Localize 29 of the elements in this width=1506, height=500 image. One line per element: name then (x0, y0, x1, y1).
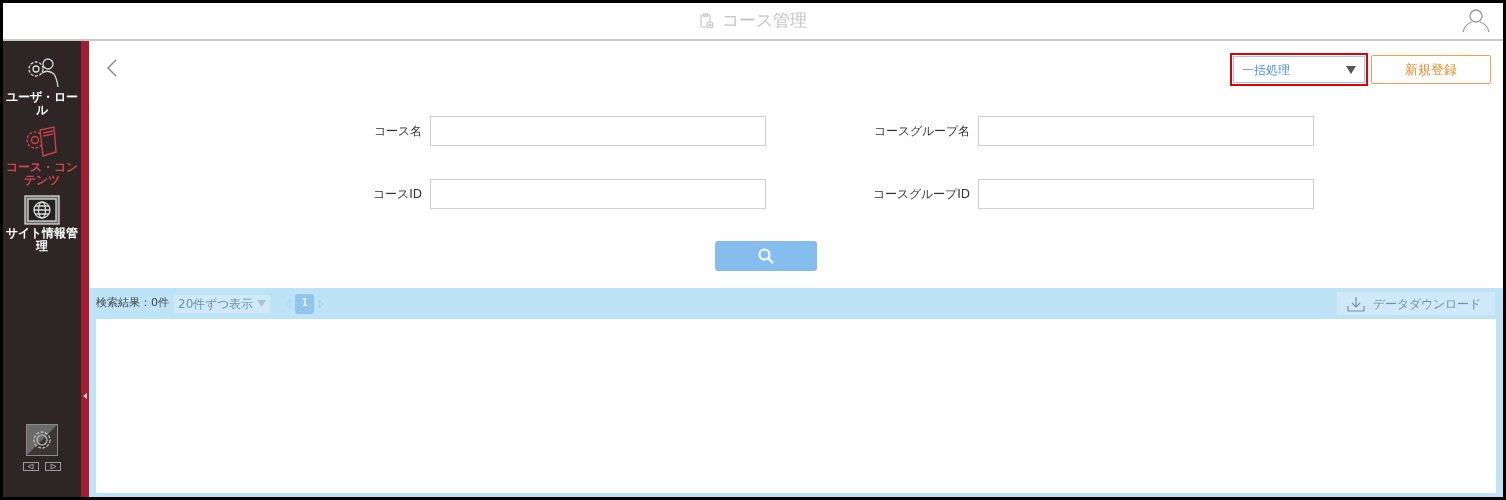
gear-book-icon (24, 125, 60, 159)
page-title: コース管理 (721, 9, 807, 33)
result-count: 検索結果：0件 (96, 295, 169, 312)
download-icon (1347, 295, 1365, 312)
field-label: コース名 (373, 123, 422, 140)
collapse-arrow-icon[interactable] (83, 393, 87, 399)
input-field[interactable] (978, 116, 1314, 146)
search-icon (758, 248, 774, 264)
settings-icon[interactable] (26, 424, 58, 456)
field-label: コースグループ名 (873, 123, 970, 140)
new-registration-button[interactable]: 新規登録 (1371, 55, 1491, 84)
back-icon[interactable] (107, 59, 117, 77)
field-label: コースグループID (872, 186, 970, 203)
input-field[interactable] (430, 179, 766, 209)
page-size-dropdown[interactable]: 20件ずつ表示 (173, 293, 272, 314)
input-field[interactable] (430, 116, 766, 146)
caret-icon (257, 300, 267, 307)
input-field[interactable] (978, 179, 1314, 209)
field-label: コースID (372, 186, 422, 203)
user-icon[interactable] (1461, 7, 1491, 33)
sidebar-item[interactable]: サイト情報管理 (3, 193, 81, 255)
sidebar-item[interactable]: コース・コンテンツ (3, 123, 81, 189)
globe-screen-icon (24, 195, 60, 225)
search-button[interactable] (715, 241, 817, 271)
sidebar-item[interactable]: ユーザ・ロール (3, 53, 81, 119)
bulk-action-dropdown[interactable]: 一括処理 (1233, 56, 1365, 83)
page-button[interactable]: 1 (295, 293, 315, 314)
caret-icon (1346, 65, 1356, 74)
clipboard-gear-icon (699, 13, 714, 29)
